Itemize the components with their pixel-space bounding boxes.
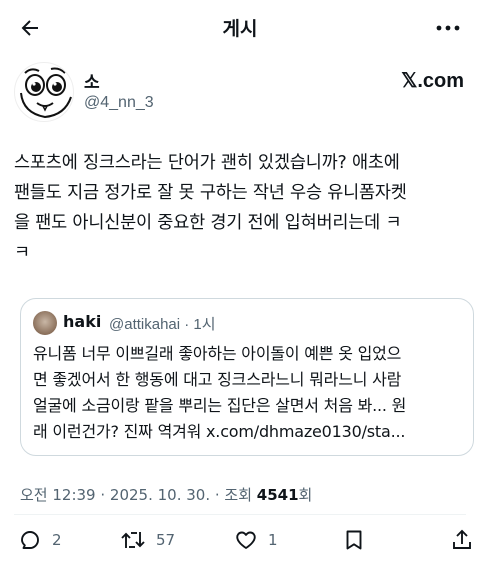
reply-count: 2	[52, 531, 62, 549]
doodle-face-icon	[20, 67, 72, 119]
quoted-tweet-text: 유니폼 너무 이쁘길래 좋아하는 아이돌이 예쁜 옷 입었으 면 좋겠어서 한 …	[33, 344, 407, 441]
view-count: 4541	[256, 486, 299, 504]
quoted-avatar	[33, 311, 57, 335]
like-count: 1	[268, 531, 278, 549]
page-title: 게시	[222, 18, 258, 40]
tweet-meta: 오전 12:39 · 2025. 10. 30. · 조회 4541회	[20, 484, 312, 505]
action-bar: 2 57 1	[0, 522, 480, 558]
quoted-display-name: haki	[63, 312, 102, 331]
retweet-icon	[121, 532, 145, 548]
more-horizontal-icon	[436, 25, 460, 31]
timestamp: 오전 12:39 · 2025. 10. 30. · 조회	[20, 486, 257, 504]
quoted-tweet-header: haki @attikahai · 1시	[33, 311, 463, 335]
more-button[interactable]	[430, 12, 466, 44]
quoted-tweet[interactable]: haki @attikahai · 1시 유니폼 너무 이쁘길래 좋아하는 아이…	[20, 298, 474, 456]
divider	[14, 514, 466, 515]
retweet-count: 57	[156, 531, 176, 549]
like-icon	[236, 531, 256, 549]
x-logo: 𝕏.com	[401, 70, 464, 92]
tweet-text: 스포츠에 징크스라는 단어가 괜히 있겠습니까? 애초에 팬들도 지금 정가로 …	[14, 153, 407, 263]
avatar[interactable]	[14, 62, 74, 122]
display-name[interactable]: 소	[84, 68, 100, 93]
author-row: 소 @4_nn_3 𝕏.com	[14, 62, 466, 126]
quoted-handle-time: @attikahai · 1시	[109, 316, 216, 333]
reply-button[interactable]: 2	[18, 526, 62, 554]
like-button[interactable]: 1	[234, 526, 278, 554]
bookmark-icon	[346, 530, 362, 550]
view-suffix: 회	[298, 486, 313, 504]
top-bar: 게시	[0, 0, 480, 56]
retweet-button[interactable]: 57	[120, 526, 175, 554]
bookmark-button[interactable]	[342, 526, 366, 554]
handle[interactable]: @4_nn_3	[84, 94, 154, 112]
share-button[interactable]	[450, 526, 474, 554]
share-icon	[453, 529, 471, 549]
reply-icon	[21, 531, 39, 549]
